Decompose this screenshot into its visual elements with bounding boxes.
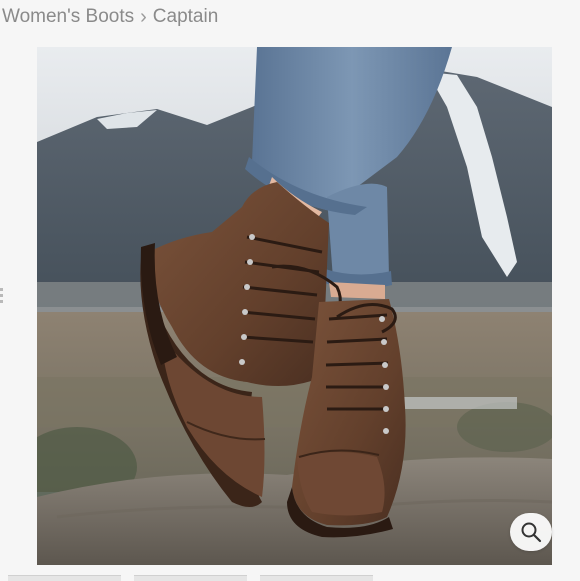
zoom-button[interactable] xyxy=(510,513,552,551)
thumbnail-2[interactable] xyxy=(134,575,247,581)
magnifier-icon xyxy=(521,522,542,543)
breadcrumb: Women's Boots › Captain xyxy=(2,4,218,30)
thumbnail-1[interactable] xyxy=(8,575,121,581)
product-photo-illustration xyxy=(37,47,552,565)
thumbnail-3[interactable] xyxy=(260,575,373,581)
scroll-edge-marker xyxy=(0,288,3,316)
thumbnail-strip xyxy=(0,575,580,581)
breadcrumb-link-womens-boots[interactable]: Women's Boots xyxy=(2,6,134,28)
breadcrumb-separator-icon: › xyxy=(140,5,147,28)
breadcrumb-link-captain[interactable]: Captain xyxy=(153,6,219,28)
product-image[interactable] xyxy=(37,47,552,565)
